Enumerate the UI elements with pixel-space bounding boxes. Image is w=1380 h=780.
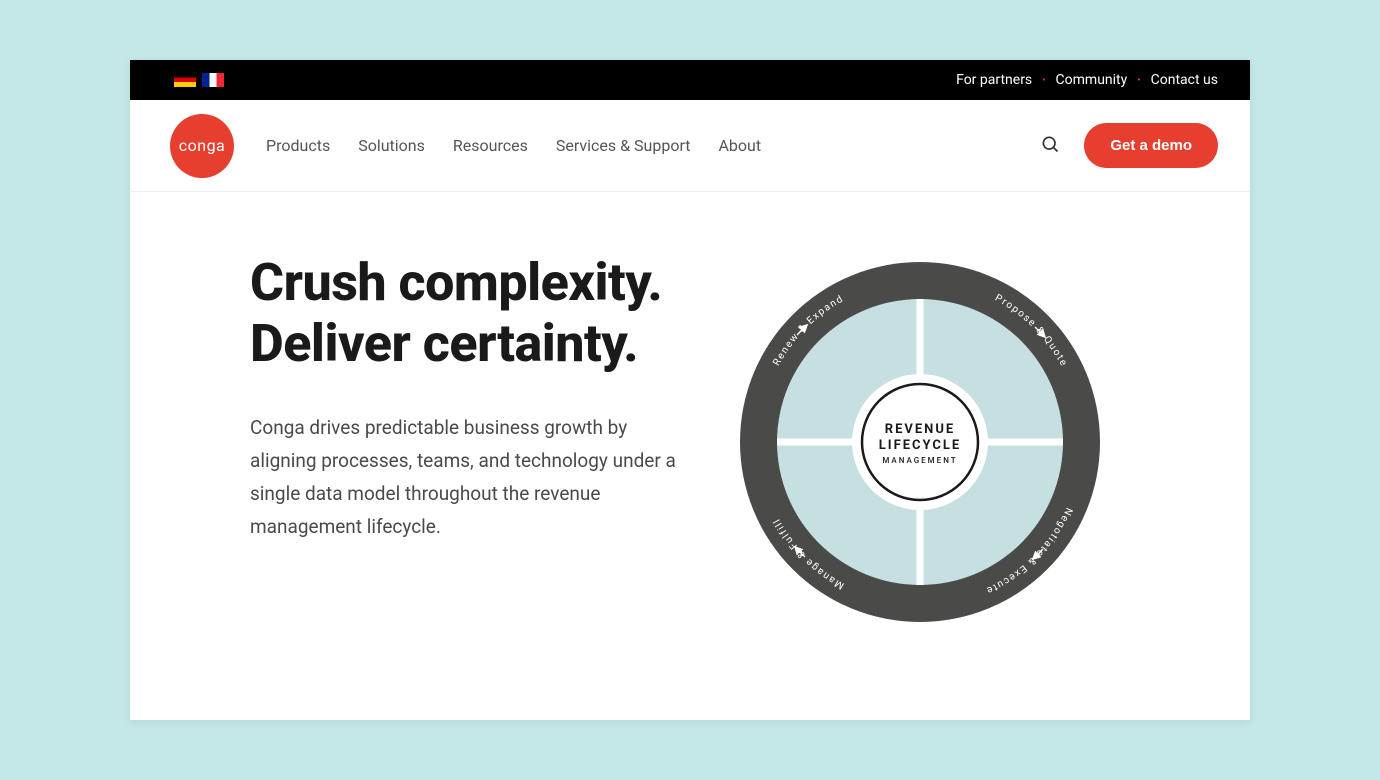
nav-services-support[interactable]: Services & Support (556, 136, 691, 155)
link-community[interactable]: Community (1056, 72, 1128, 88)
language-flags (174, 73, 224, 87)
nav-about[interactable]: About (718, 136, 761, 155)
search-icon[interactable] (1040, 134, 1060, 158)
diagram-center-line1: REVENUE (885, 422, 956, 437)
diagram-center-line3: MANAGEMENT (882, 456, 957, 465)
hero-copy: Crush complexity. Deliver certainty. Con… (250, 252, 690, 632)
utility-links: For partners • Community • Contact us (956, 72, 1218, 88)
link-contact-us[interactable]: Contact us (1151, 72, 1218, 88)
separator-dot: • (1042, 75, 1045, 86)
flag-france-icon[interactable] (202, 73, 224, 87)
hero-heading: Crush complexity. Deliver certainty. (250, 252, 690, 375)
separator-dot: • (1137, 75, 1140, 86)
nav-resources[interactable]: Resources (453, 136, 528, 155)
nav-actions: Get a demo (1040, 123, 1218, 168)
hero-subtext: Conga drives predictable business growth… (250, 411, 690, 544)
nav-products[interactable]: Products (266, 136, 330, 155)
nav-menu: Products Solutions Resources Services & … (266, 136, 761, 155)
get-demo-button[interactable]: Get a demo (1084, 123, 1218, 168)
diagram-center-line2: LIFECYCLE (879, 438, 962, 453)
utility-bar: For partners • Community • Contact us (130, 60, 1250, 100)
page-frame: For partners • Community • Contact us co… (130, 60, 1250, 720)
hero-section: Crush complexity. Deliver certainty. Con… (130, 192, 1250, 672)
link-for-partners[interactable]: For partners (956, 72, 1032, 88)
nav-solutions[interactable]: Solutions (358, 136, 425, 155)
main-navigation: conga Products Solutions Resources Servi… (130, 100, 1250, 192)
flag-germany-icon[interactable] (174, 73, 196, 87)
revenue-lifecycle-diagram: REVENUE LIFECYCLE MANAGEMENT Propose & Q… (730, 252, 1110, 632)
conga-logo[interactable]: conga (170, 114, 234, 178)
logo-text: conga (179, 136, 226, 155)
